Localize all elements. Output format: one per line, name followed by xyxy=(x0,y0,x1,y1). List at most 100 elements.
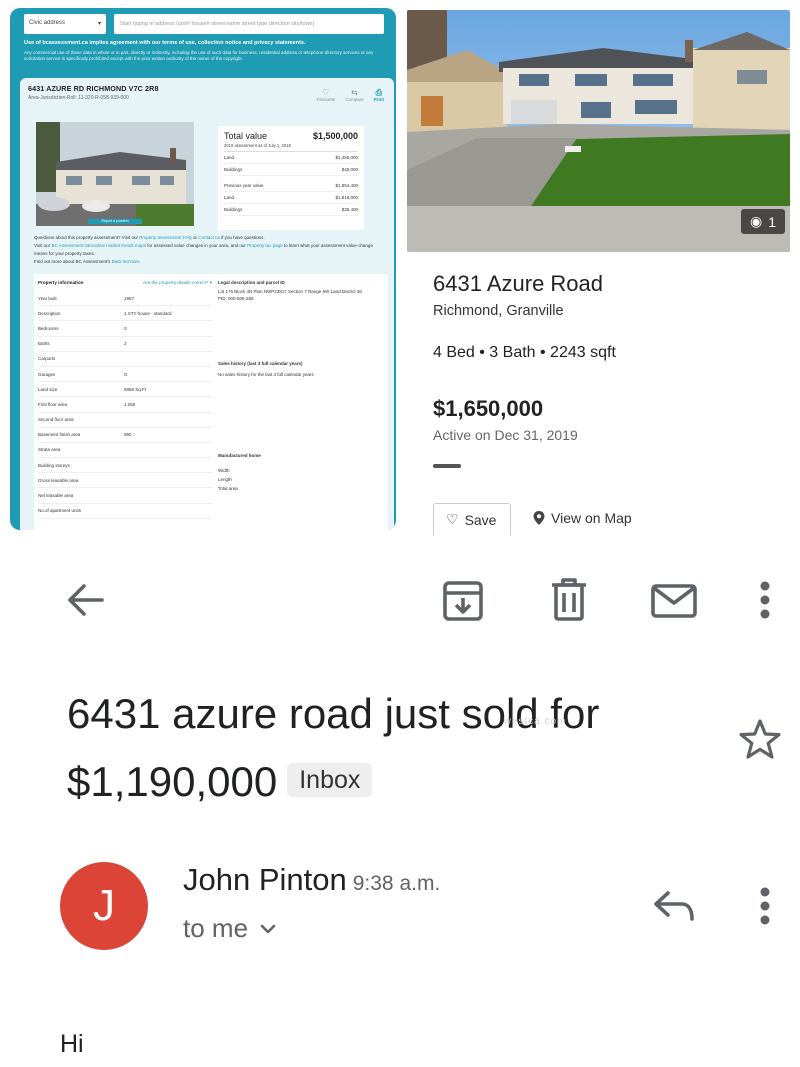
trends-mid: for assessed value changes in your area,… xyxy=(147,243,246,248)
email-subject: 6431 azure road just sold for $1,190,000… xyxy=(67,680,707,816)
sales-history-text: No sales history for the last 3 full cal… xyxy=(218,372,314,377)
heart-icon: ♡ xyxy=(446,511,459,527)
compare-button[interactable]: ⇆ Compare xyxy=(345,88,364,102)
more-options-icon[interactable] xyxy=(758,580,772,620)
faq-link[interactable]: Property assessment FAQ xyxy=(139,235,192,240)
terms-detail: Any commercial use of these data in whol… xyxy=(24,50,374,61)
email-body: Hi xyxy=(60,1030,84,1058)
property-row-label: Second floor area xyxy=(38,417,74,423)
mail-icon[interactable] xyxy=(650,583,698,619)
watermark-text: westca.com xyxy=(503,716,567,727)
recipient-text: to me xyxy=(183,913,249,943)
previous-value: $1,854,400 xyxy=(335,183,358,188)
back-arrow-icon[interactable] xyxy=(66,580,104,620)
data-services-link[interactable]: Data Services xyxy=(112,259,140,264)
property-row: Description 1 STY house - standard xyxy=(38,306,212,322)
reply-icon[interactable] xyxy=(652,889,696,923)
assessment-values-box: Total value $1,500,000 2019 assessment a… xyxy=(218,126,364,230)
manufactured-heading: Manufactured home xyxy=(218,453,261,458)
property-row: Building storeys xyxy=(38,458,212,474)
parcel-id: PID: 000-508-268 xyxy=(218,296,254,301)
assessment-search-bar: Civic address ▾ Start typing in address … xyxy=(24,14,384,40)
chevron-down-icon: ▾ xyxy=(97,21,101,27)
email-time: 9:38 a.m. xyxy=(352,872,441,895)
search-type-select[interactable]: Civic address ▾ xyxy=(24,14,106,34)
property-row-label: Bedrooms xyxy=(38,325,59,331)
save-button[interactable]: ♡ Save xyxy=(433,503,511,535)
previous-buildings-value: $36,400 xyxy=(341,207,358,212)
property-row: Basement finish area 990 xyxy=(38,428,212,443)
buildings-value: $45,000 xyxy=(341,167,358,172)
favourite-button[interactable]: ♡ Favourite xyxy=(316,88,335,102)
map-label: View on Map xyxy=(551,510,632,526)
sender-name: John Pinton xyxy=(183,862,347,897)
property-row: Year built 1967 xyxy=(38,291,212,307)
property-row-label: Garages xyxy=(38,371,56,377)
chevron-down-icon xyxy=(260,924,276,933)
property-row-label: Land size xyxy=(38,386,58,392)
property-row: Net leasable area xyxy=(38,488,212,504)
property-row: Baths 2 xyxy=(38,337,212,352)
print-button[interactable]: ⎙ Print xyxy=(374,88,384,102)
property-row-value: 1967 xyxy=(124,295,135,301)
sender-avatar[interactable]: J xyxy=(60,862,148,950)
sales-history-heading: Sales history (last 3 full calendar year… xyxy=(218,361,303,366)
legal-description: Lot 176 Block 4N Plan NWP23817 Section 7… xyxy=(218,289,362,294)
property-row: Land size 6966 Sq Ft xyxy=(38,382,212,398)
previous-value-label: Previous year value xyxy=(224,183,264,188)
listing-price: $1,650,000 xyxy=(433,396,544,421)
property-row-value: 990 xyxy=(124,432,132,438)
assessment-questions: Questions about this property assessment… xyxy=(34,234,384,266)
star-icon[interactable] xyxy=(738,718,782,760)
property-row-value: 2 xyxy=(124,341,127,347)
property-row: First floor area 1,260 xyxy=(38,397,212,413)
photo-count-badge[interactable]: ◉ 1 xyxy=(741,209,785,234)
avatar-letter: J xyxy=(93,881,115,930)
compare-label: Compare xyxy=(345,97,364,102)
market-trends-link[interactable]: BC Assessment interactive market trends … xyxy=(51,243,146,248)
assessment-header: 6431 AZURE RD RICHMOND V7C 2R8 Area-Juri… xyxy=(28,84,386,114)
buildings-label: Buildings xyxy=(224,167,243,172)
property-row: Bedrooms 3 xyxy=(38,321,212,337)
question-or: or xyxy=(193,235,198,240)
property-row: No.of apartment units xyxy=(38,504,212,519)
recipient-details-toggle[interactable]: to me xyxy=(183,913,276,944)
property-info-column: Property information Are the property de… xyxy=(38,280,212,519)
property-row-label: Net leasable area xyxy=(38,493,74,499)
trash-icon[interactable] xyxy=(550,578,588,622)
bc-assessment-panel: Civic address ▾ Start typing in address … xyxy=(10,8,396,530)
more-options-icon[interactable] xyxy=(758,886,772,926)
details-correct-link[interactable]: Are the property details correct? ▾ xyxy=(143,280,212,291)
property-row-label: Strata area xyxy=(38,447,61,453)
listing-photo[interactable] xyxy=(407,10,790,252)
property-row-label: Carports xyxy=(38,356,56,362)
width-label: Width xyxy=(218,468,230,473)
archive-icon[interactable] xyxy=(442,580,484,622)
property-row-value: 1,260 xyxy=(124,401,136,407)
assessment-house-photo: Report a problem xyxy=(36,122,194,226)
print-label: Print xyxy=(373,97,384,102)
question-end: if you have questions. xyxy=(221,235,265,240)
property-row: Gross leasable area xyxy=(38,473,212,489)
contact-link[interactable]: Contact us xyxy=(198,235,220,240)
property-row-label: Baths xyxy=(38,341,50,347)
listing-house-image xyxy=(407,10,790,252)
inbox-label[interactable]: Inbox xyxy=(287,763,373,797)
property-tax-link[interactable]: Property tax page xyxy=(247,243,283,248)
property-row-label: Gross leasable area xyxy=(38,477,79,483)
property-row-value: 3 xyxy=(124,325,127,331)
listing-title: 6431 Azure Road xyxy=(433,271,604,296)
property-row: Second floor area xyxy=(38,413,212,428)
legal-column: Legal description and parcel ID Lot 176 … xyxy=(218,280,384,491)
total-area-label: Total area xyxy=(218,486,238,491)
view-on-map-button[interactable]: View on Map xyxy=(533,510,632,526)
watermark: westca.com xyxy=(480,716,590,727)
camera-icon: ◉ xyxy=(749,213,763,229)
property-row-label: Description xyxy=(38,310,61,316)
favourite-label: Favourite xyxy=(316,97,336,102)
address-search-input[interactable]: Start typing in address (unit# house# st… xyxy=(114,14,384,34)
property-info-heading: Property information xyxy=(38,280,84,285)
data-services-text: Find out more about BC Assessment's xyxy=(34,259,111,264)
report-problem-link[interactable]: Report a problem xyxy=(88,219,142,224)
legal-heading: Legal description and parcel ID xyxy=(218,280,285,285)
